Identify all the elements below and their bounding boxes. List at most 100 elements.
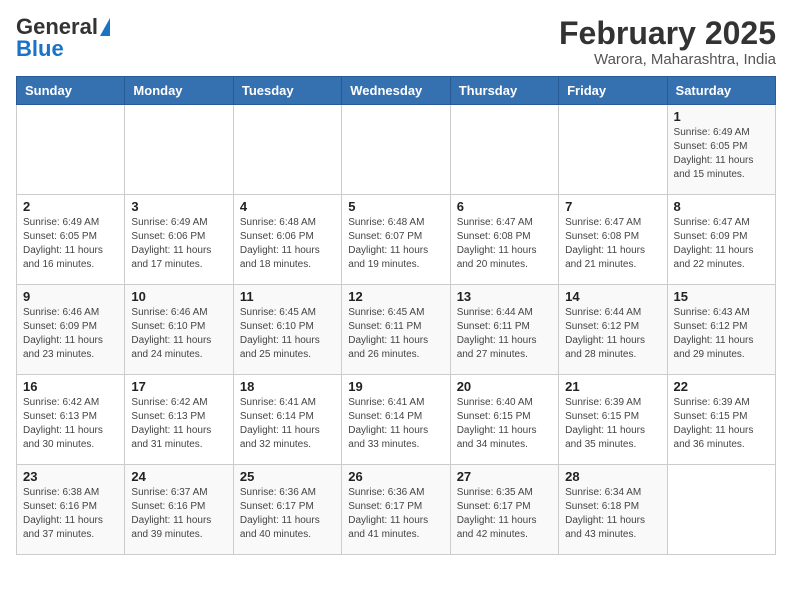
calendar-cell: 25Sunrise: 6:36 AM Sunset: 6:17 PM Dayli… (233, 465, 341, 555)
day-number: 20 (457, 379, 552, 394)
calendar-week-row: 9 Sunrise: 6:46 AM Sunset: 6:09 PM Daylig… (17, 285, 776, 375)
day-number: 25 (240, 469, 335, 484)
day-info: Sunrise: 6:34 AM Sunset: 6:18 PM Dayligh… (565, 486, 660, 542)
day-number: 15 (674, 289, 769, 304)
calendar-cell: 24Sunrise: 6:37 AM Sunset: 6:16 PM Dayli… (125, 465, 233, 555)
calendar-cell: 3 Sunrise: 6:49 AM Sunset: 6:06 PM Daylig… (125, 195, 233, 285)
title-block: February 2025 Warora, Maharashtra, India (559, 16, 776, 68)
day-number: 10 (131, 289, 226, 304)
day-number: 13 (457, 289, 552, 304)
day-info: Sunrise: 6:49 AM Sunset: 6:05 PM Dayligh… (23, 216, 118, 272)
day-number: 7 (565, 199, 660, 214)
day-info: Sunrise: 6:41 AM Sunset: 6:14 PM Dayligh… (240, 396, 335, 452)
day-info: Sunrise: 6:47 AM Sunset: 6:08 PM Dayligh… (457, 216, 552, 272)
day-number: 24 (131, 469, 226, 484)
calendar-cell: 13 Sunrise: 6:44 AM Sunset: 6:11 PM Dayli… (450, 285, 558, 375)
calendar-cell: 6 Sunrise: 6:47 AM Sunset: 6:08 PM Daylig… (450, 195, 558, 285)
day-number: 17 (131, 379, 226, 394)
day-info: Sunrise: 6:47 AM Sunset: 6:08 PM Dayligh… (565, 216, 660, 272)
day-info: Sunrise: 6:44 AM Sunset: 6:11 PM Dayligh… (457, 306, 552, 362)
day-number: 6 (457, 199, 552, 214)
day-number: 23 (23, 469, 118, 484)
day-info: Sunrise: 6:35 AM Sunset: 6:17 PM Dayligh… (457, 486, 552, 542)
calendar-cell: 9 Sunrise: 6:46 AM Sunset: 6:09 PM Daylig… (17, 285, 125, 375)
day-number: 2 (23, 199, 118, 214)
day-number: 9 (23, 289, 118, 304)
day-number: 21 (565, 379, 660, 394)
day-info: Sunrise: 6:43 AM Sunset: 6:12 PM Dayligh… (674, 306, 769, 362)
day-number: 26 (348, 469, 443, 484)
calendar-cell: 11 Sunrise: 6:45 AM Sunset: 6:10 PM Dayli… (233, 285, 341, 375)
day-info: Sunrise: 6:48 AM Sunset: 6:07 PM Dayligh… (348, 216, 443, 272)
day-info: Sunrise: 6:45 AM Sunset: 6:11 PM Dayligh… (348, 306, 443, 362)
weekday-header-thursday: Thursday (450, 77, 558, 105)
calendar-cell: 16 Sunrise: 6:42 AM Sunset: 6:13 PM Dayli… (17, 375, 125, 465)
calendar-cell (450, 105, 558, 195)
calendar-cell (342, 105, 450, 195)
weekday-header-friday: Friday (559, 77, 667, 105)
calendar-week-row: 16 Sunrise: 6:42 AM Sunset: 6:13 PM Dayli… (17, 375, 776, 465)
calendar-week-row: 23 Sunrise: 6:38 AM Sunset: 6:16 PM Dayli… (17, 465, 776, 555)
calendar-cell (233, 105, 341, 195)
weekday-header-wednesday: Wednesday (342, 77, 450, 105)
calendar-cell: 14 Sunrise: 6:44 AM Sunset: 6:12 PM Dayli… (559, 285, 667, 375)
day-info: Sunrise: 6:42 AM Sunset: 6:13 PM Dayligh… (23, 396, 118, 452)
day-number: 27 (457, 469, 552, 484)
calendar-cell: 15 Sunrise: 6:43 AM Sunset: 6:12 PM Dayli… (667, 285, 775, 375)
day-number: 16 (23, 379, 118, 394)
day-info: Sunrise: 6:46 AM Sunset: 6:10 PM Dayligh… (131, 306, 226, 362)
calendar-cell: 7 Sunrise: 6:47 AM Sunset: 6:08 PM Daylig… (559, 195, 667, 285)
calendar-cell: 17 Sunrise: 6:42 AM Sunset: 6:13 PM Dayli… (125, 375, 233, 465)
calendar-cell: 26 Sunrise: 6:36 AM Sunset: 6:17 PM Dayli… (342, 465, 450, 555)
day-info: Sunrise: 6:46 AM Sunset: 6:09 PM Dayligh… (23, 306, 118, 362)
calendar-cell (559, 105, 667, 195)
day-number: 3 (131, 199, 226, 214)
calendar-cell: 5 Sunrise: 6:48 AM Sunset: 6:07 PM Daylig… (342, 195, 450, 285)
weekday-header-monday: Monday (125, 77, 233, 105)
day-info: Sunrise: 6:48 AM Sunset: 6:06 PM Dayligh… (240, 216, 335, 272)
day-number: 8 (674, 199, 769, 214)
day-number: 11 (240, 289, 335, 304)
calendar-cell: 23 Sunrise: 6:38 AM Sunset: 6:16 PM Dayli… (17, 465, 125, 555)
day-number: 18 (240, 379, 335, 394)
day-number: 22 (674, 379, 769, 394)
day-number: 5 (348, 199, 443, 214)
day-info: Sunrise: 6:36 AM Sunset: 6:17 PM Dayligh… (348, 486, 443, 542)
calendar-cell: 22 Sunrise: 6:39 AM Sunset: 6:15 PM Dayli… (667, 375, 775, 465)
calendar-cell: 20 Sunrise: 6:40 AM Sunset: 6:15 PM Dayli… (450, 375, 558, 465)
calendar-cell (17, 105, 125, 195)
day-info: Sunrise: 6:44 AM Sunset: 6:12 PM Dayligh… (565, 306, 660, 362)
day-info: Sunrise: 6:42 AM Sunset: 6:13 PM Dayligh… (131, 396, 226, 452)
day-number: 4 (240, 199, 335, 214)
logo-triangle-icon (100, 18, 110, 36)
day-info: Sunrise: 6:49 AM Sunset: 6:06 PM Dayligh… (131, 216, 226, 272)
calendar-cell (667, 465, 775, 555)
calendar-table: SundayMondayTuesdayWednesdayThursdayFrid… (16, 76, 776, 555)
logo-general: General (16, 16, 98, 38)
day-info: Sunrise: 6:47 AM Sunset: 6:09 PM Dayligh… (674, 216, 769, 272)
calendar-week-row: 2 Sunrise: 6:49 AM Sunset: 6:05 PM Daylig… (17, 195, 776, 285)
calendar-cell: 2 Sunrise: 6:49 AM Sunset: 6:05 PM Daylig… (17, 195, 125, 285)
day-number: 1 (674, 109, 769, 124)
day-info: Sunrise: 6:39 AM Sunset: 6:15 PM Dayligh… (565, 396, 660, 452)
weekday-header-row: SundayMondayTuesdayWednesdayThursdayFrid… (17, 77, 776, 105)
location: Warora, Maharashtra, India (559, 51, 776, 68)
day-number: 14 (565, 289, 660, 304)
day-number: 19 (348, 379, 443, 394)
calendar-week-row: 1 Sunrise: 6:49 AM Sunset: 6:05 PM Daylig… (17, 105, 776, 195)
weekday-header-sunday: Sunday (17, 77, 125, 105)
day-number: 12 (348, 289, 443, 304)
day-info: Sunrise: 6:39 AM Sunset: 6:15 PM Dayligh… (674, 396, 769, 452)
day-info: Sunrise: 6:41 AM Sunset: 6:14 PM Dayligh… (348, 396, 443, 452)
day-number: 28 (565, 469, 660, 484)
calendar-cell: 19 Sunrise: 6:41 AM Sunset: 6:14 PM Dayli… (342, 375, 450, 465)
calendar-cell: 12 Sunrise: 6:45 AM Sunset: 6:11 PM Dayli… (342, 285, 450, 375)
weekday-header-tuesday: Tuesday (233, 77, 341, 105)
day-info: Sunrise: 6:38 AM Sunset: 6:16 PM Dayligh… (23, 486, 118, 542)
day-info: Sunrise: 6:40 AM Sunset: 6:15 PM Dayligh… (457, 396, 552, 452)
calendar-cell: 1 Sunrise: 6:49 AM Sunset: 6:05 PM Daylig… (667, 105, 775, 195)
day-info: Sunrise: 6:49 AM Sunset: 6:05 PM Dayligh… (674, 126, 769, 182)
calendar-cell: 18 Sunrise: 6:41 AM Sunset: 6:14 PM Dayli… (233, 375, 341, 465)
calendar-cell: 28 Sunrise: 6:34 AM Sunset: 6:18 PM Dayli… (559, 465, 667, 555)
day-info: Sunrise: 6:45 AM Sunset: 6:10 PM Dayligh… (240, 306, 335, 362)
